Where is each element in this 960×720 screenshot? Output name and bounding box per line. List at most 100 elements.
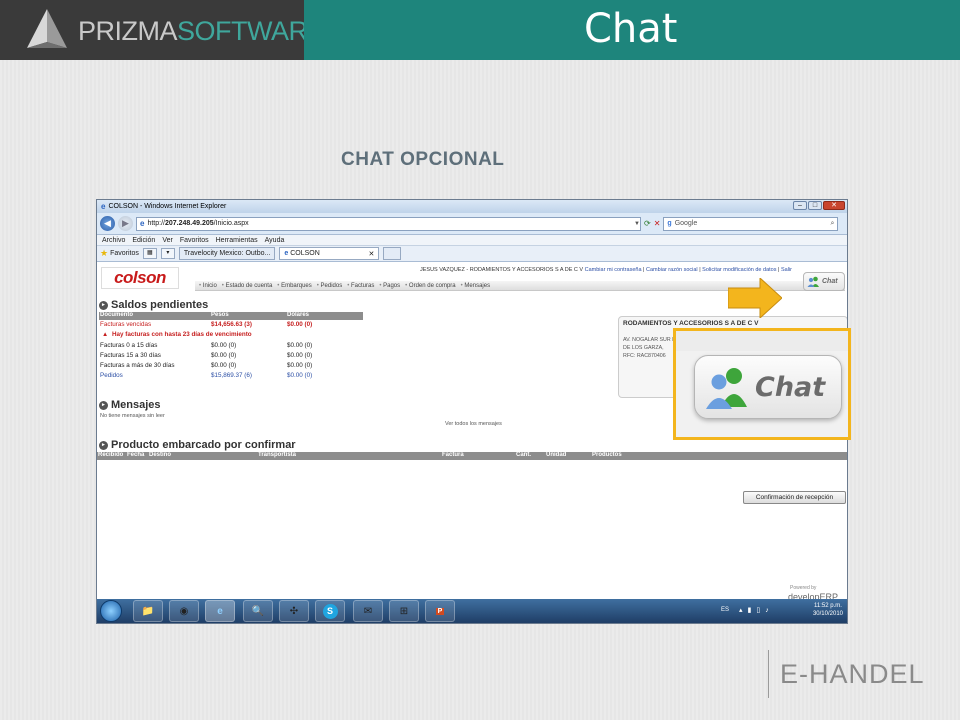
view-all-messages-link[interactable]: Ver todos los mensajes: [445, 421, 502, 427]
address-bar-row: ◀ ▶ e http://207.248.49.205/Inicio.aspx …: [97, 213, 847, 235]
row-doc[interactable]: Facturas 15 a 30 días: [100, 352, 161, 359]
nav-estado-de-cuenta[interactable]: Estado de cuenta: [222, 283, 273, 289]
table-row: Pedidos $15,869.37 (6) $0.00 (0): [99, 372, 363, 381]
nav-mensajes[interactable]: Mensajes: [461, 283, 490, 289]
change-company-link[interactable]: Cambiar razón social: [646, 267, 698, 273]
clock[interactable]: 11:52 p.m. 30/10/2010: [813, 602, 843, 618]
warning-triangle-icon: ▲: [102, 331, 109, 338]
start-button[interactable]: [100, 600, 122, 622]
quick-tabs-icon[interactable]: ▦: [142, 248, 157, 259]
brand-logo-part2: SOFTWARE: [177, 16, 326, 46]
menu-ayuda[interactable]: Ayuda: [265, 237, 285, 244]
request-change-link[interactable]: Solicitar modificación de datos: [702, 267, 776, 273]
google-icon: g: [667, 220, 672, 227]
search-box[interactable]: g Google ⌕: [663, 216, 839, 231]
row-pesos: $0.00 (0): [211, 342, 237, 349]
confirm-receipt-button[interactable]: Confirmación de recepción: [743, 491, 846, 504]
row-doc[interactable]: Facturas vencidas: [100, 321, 151, 328]
skype-icon[interactable]: S: [315, 600, 345, 622]
col-transportista: Transportista: [258, 452, 297, 458]
col-dolares: Dólares: [287, 312, 310, 318]
forward-button[interactable]: ▶: [118, 216, 133, 231]
producto-title-text: Producto embarcado por confirmar: [111, 439, 296, 451]
col-destino: Destino: [149, 452, 172, 458]
dropdown-arrow-icon[interactable]: ▼: [634, 221, 640, 227]
menu-ver[interactable]: Ver: [162, 237, 173, 244]
maximize-button[interactable]: □: [808, 201, 822, 210]
star-icon: ★: [100, 248, 109, 258]
producto-table-header: Recibido Fecha Destino Transportista Fac…: [97, 452, 847, 460]
refresh-icon[interactable]: ⟳: [644, 219, 651, 228]
chrome-icon[interactable]: ◉: [169, 600, 199, 622]
powerpoint-icon[interactable]: P: [425, 600, 455, 622]
explorer-icon[interactable]: 📁: [133, 600, 163, 622]
user-info-line: JESUS VAZQUEZ - RODAMIENTOS Y ACCESORIOS…: [420, 267, 792, 273]
row-dolares: $0.00 (0): [287, 362, 313, 369]
url-prefix: http://: [147, 220, 165, 227]
brand-header: PRIZMASOFTWARE: [0, 0, 326, 60]
footer-divider: [768, 650, 769, 698]
chat-users-icon: [706, 368, 747, 409]
logout-link[interactable]: Salir: [781, 267, 792, 273]
close-window-button[interactable]: ✕: [823, 201, 845, 210]
row-doc[interactable]: Pedidos: [100, 372, 123, 379]
menu-herramientas[interactable]: Herramientas: [216, 237, 258, 244]
tab-colson[interactable]: e COLSON ✕: [279, 247, 380, 260]
nav-inicio[interactable]: Inicio: [199, 283, 217, 289]
new-tab-button[interactable]: [383, 247, 402, 260]
ie-icon: e: [101, 202, 106, 211]
language-indicator[interactable]: ES: [721, 607, 729, 613]
colson-logo: colson: [101, 267, 179, 289]
menu-favoritos[interactable]: Favoritos: [180, 237, 209, 244]
change-password-link[interactable]: Cambiar mi contraseña: [585, 267, 642, 273]
col-cant: Cant.: [516, 452, 531, 458]
minimize-button[interactable]: –: [793, 201, 807, 210]
section-bullet-icon: ►: [99, 400, 108, 410]
menu-edicion[interactable]: Edición: [132, 237, 155, 244]
search-app-icon[interactable]: 🔍: [243, 600, 273, 622]
company-address-line2: DE LOS GARZA,: [623, 345, 664, 351]
stop-icon[interactable]: ✕: [654, 219, 661, 228]
internet-explorer-icon[interactable]: e: [205, 600, 235, 622]
row-pesos: $0.00 (0): [211, 352, 237, 359]
row-pesos: $15,869.37 (6): [211, 372, 252, 379]
tab-list-icon[interactable]: ▾: [160, 248, 175, 259]
section-bullet-icon: ►: [99, 440, 108, 450]
windows-media-icon[interactable]: ⊞: [389, 600, 419, 622]
address-bar[interactable]: e http://207.248.49.205/Inicio.aspx ▼: [136, 216, 641, 231]
nav-pedidos[interactable]: Pedidos: [317, 283, 343, 289]
menu-bar: Archivo Edición Ver Favoritos Herramient…: [97, 235, 847, 246]
browser-title-bar: e COLSON - Windows Internet Explorer – □…: [97, 200, 847, 213]
window-title: COLSON - Windows Internet Explorer: [108, 203, 227, 210]
mensajes-title-text: Mensajes: [111, 399, 161, 411]
tab-travelocity[interactable]: Travelocity Mexico: Outbo...: [178, 247, 276, 260]
col-factura: Factura: [442, 452, 464, 458]
callout-arrow-icon: [728, 278, 782, 318]
nav-orden-de-compra[interactable]: Orden de compra: [405, 283, 456, 289]
chat-button-small[interactable]: Chat: [803, 272, 845, 291]
table-row: Facturas a más de 30 días $0.00 (0) $0.0…: [99, 362, 363, 371]
footer-brand: E-HANDEL: [780, 659, 925, 689]
overdue-warning: ▲ Hay facturas con hasta 23 días de venc…: [99, 331, 363, 340]
chat-button-zoomed[interactable]: Chat: [694, 355, 842, 419]
windows-taskbar: 📁 ◉ e 🔍 ✣ S ✉ ⊞ P ES ▴▮▯♪ 11:52 p.m. 30/…: [97, 599, 847, 623]
saldos-title-text: Saldos pendientes: [111, 299, 209, 311]
favorites-button[interactable]: ★ Favoritos: [100, 248, 139, 259]
mensajes-title: ► Mensajes: [99, 399, 161, 411]
nav-embarques[interactable]: Embarques: [277, 283, 312, 289]
tray-icons[interactable]: ▴▮▯♪: [739, 606, 774, 614]
menu-archivo[interactable]: Archivo: [102, 237, 125, 244]
back-button[interactable]: ◀: [100, 216, 115, 231]
nav-pagos[interactable]: Pagos: [379, 283, 400, 289]
search-icon[interactable]: ⌕: [830, 220, 834, 228]
url-host: 207.248.49.205: [164, 220, 214, 227]
nav-facturas[interactable]: Facturas: [347, 283, 374, 289]
messenger-icon[interactable]: ✉: [353, 600, 383, 622]
close-tab-icon[interactable]: ✕: [369, 250, 375, 258]
col-pesos: Pesos: [211, 312, 229, 318]
row-doc[interactable]: Facturas a más de 30 días: [100, 362, 175, 369]
row-dolares: $0.00 (0): [287, 342, 313, 349]
network-app-icon[interactable]: ✣: [279, 600, 309, 622]
colson-logo-text: colson: [114, 268, 166, 287]
row-doc[interactable]: Facturas 0 a 15 días: [100, 342, 157, 349]
